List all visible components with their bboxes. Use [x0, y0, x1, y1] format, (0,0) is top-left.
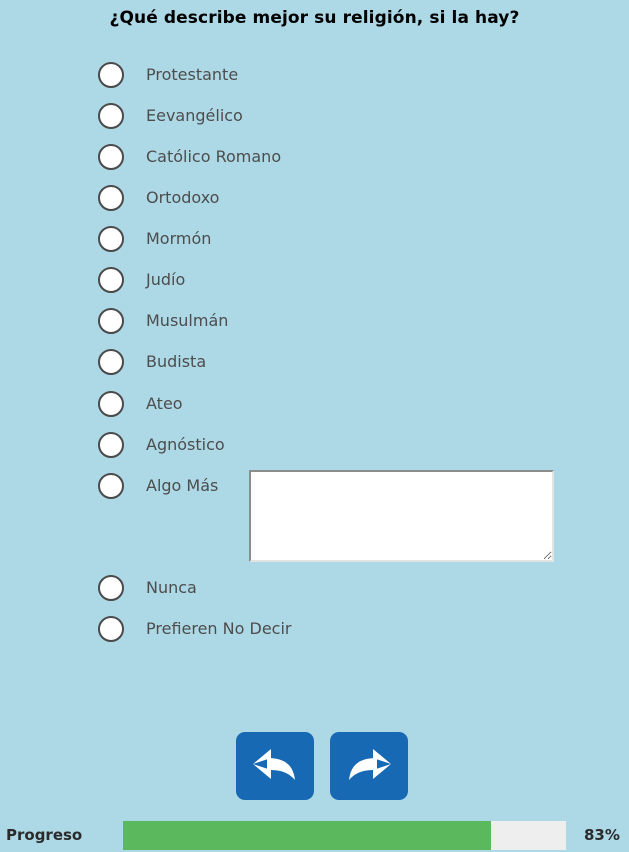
option-prefieren-no-decir[interactable]: Prefieren No Decir: [98, 616, 291, 642]
option-musulman[interactable]: Musulmán: [98, 308, 228, 334]
back-button[interactable]: [236, 732, 314, 800]
progress-bar: [123, 821, 566, 850]
option-nunca[interactable]: Nunca: [98, 575, 197, 601]
option-label: Algo Más: [146, 476, 219, 495]
option-algo-mas[interactable]: Algo Más: [98, 473, 218, 499]
option-label: Judío: [146, 270, 186, 289]
option-mormon[interactable]: Mormón: [98, 226, 211, 252]
progress-bar-fill: [123, 821, 491, 850]
radio-button[interactable]: [98, 575, 124, 601]
radio-button[interactable]: [98, 267, 124, 293]
option-protestante[interactable]: Protestante: [98, 62, 238, 88]
option-label: Budista: [146, 352, 207, 371]
undo-arrow-icon: [253, 749, 295, 780]
question-title: ¿Qué describe mejor su religión, si la h…: [109, 8, 520, 28]
option-agnostico[interactable]: Agnóstico: [98, 432, 225, 458]
option-label: Mormón: [146, 229, 212, 248]
option-label: Agnóstico: [146, 435, 225, 454]
option-label: Católico Romano: [146, 147, 282, 166]
radio-button[interactable]: [98, 308, 124, 334]
option-budista[interactable]: Budista: [98, 349, 206, 375]
option-judio[interactable]: Judío: [98, 267, 185, 293]
option-label: Prefieren No Decir: [146, 619, 292, 638]
option-label: Eevangélico: [146, 106, 243, 125]
radio-button[interactable]: [98, 185, 124, 211]
other-religion-textarea[interactable]: [249, 470, 554, 562]
option-evangelico[interactable]: Eevangélico: [98, 103, 243, 129]
option-ateo[interactable]: Ateo: [98, 391, 183, 417]
progress-percent: 83%: [584, 826, 620, 844]
radio-button[interactable]: [98, 103, 124, 129]
radio-button[interactable]: [98, 432, 124, 458]
option-label: Nunca: [146, 578, 197, 597]
option-label: Ortodoxo: [146, 188, 220, 207]
option-label: Ateo: [146, 394, 183, 413]
option-ortodoxo[interactable]: Ortodoxo: [98, 185, 219, 211]
radio-button[interactable]: [98, 144, 124, 170]
radio-button[interactable]: [98, 349, 124, 375]
progress-label: Progreso: [6, 826, 83, 844]
radio-button[interactable]: [98, 391, 124, 417]
redo-arrow-icon: [349, 749, 391, 780]
next-button[interactable]: [330, 732, 408, 800]
radio-button[interactable]: [98, 62, 124, 88]
option-label: Musulmán: [146, 311, 229, 330]
radio-button[interactable]: [98, 226, 124, 252]
option-catolico-romano[interactable]: Católico Romano: [98, 144, 281, 170]
option-label: Protestante: [146, 65, 239, 84]
radio-button[interactable]: [98, 473, 124, 499]
radio-button[interactable]: [98, 616, 124, 642]
